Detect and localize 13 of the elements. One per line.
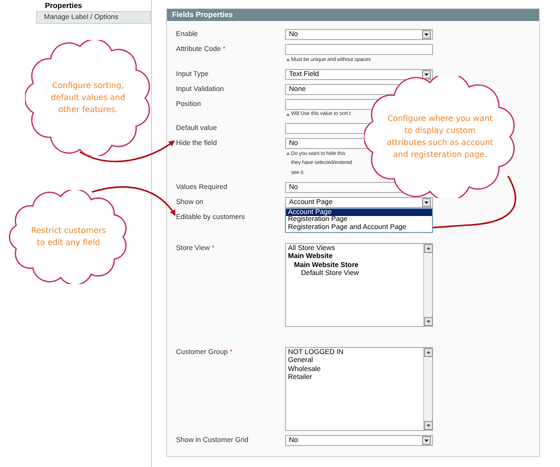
scrollbar[interactable] xyxy=(423,348,432,430)
callout-text: Configure sorting, default values and other features. xyxy=(50,80,126,116)
scroll-down-icon[interactable] xyxy=(424,420,433,430)
scroll-up-icon[interactable] xyxy=(424,348,433,356)
scroll-up-icon[interactable] xyxy=(424,244,433,252)
text-input-field[interactable] xyxy=(285,44,433,55)
scroll-down-icon[interactable] xyxy=(424,316,433,326)
caret-up-icon xyxy=(286,152,290,156)
callout-text: Configure where you want to display custom attributes such as account and registeration page. xyxy=(386,113,494,161)
scrollbar[interactable] xyxy=(423,244,432,326)
caret-up-icon xyxy=(286,58,290,62)
callout-text: Restrict customers to edit any field xyxy=(30,225,107,249)
caret-up-icon xyxy=(286,112,290,116)
